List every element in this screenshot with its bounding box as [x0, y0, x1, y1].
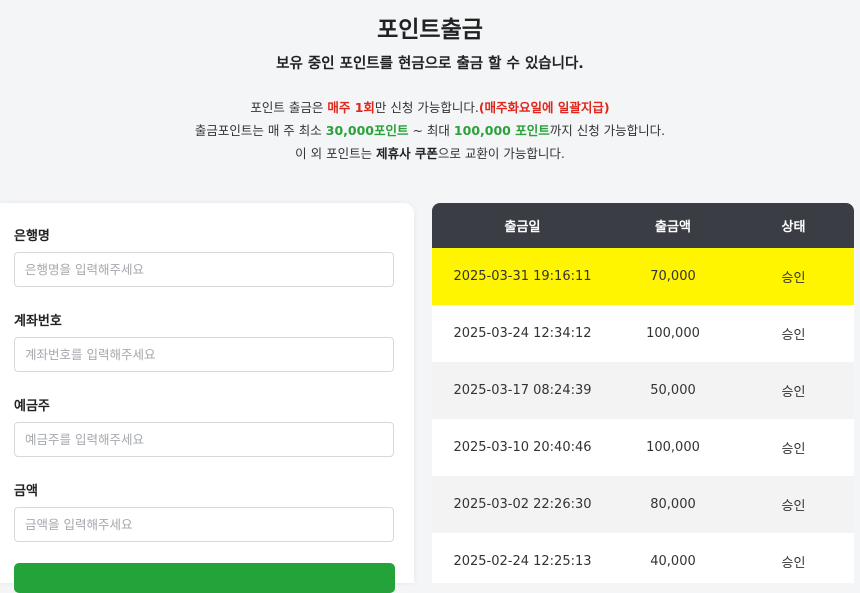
table-row: 2025-03-31 19:16:11 70,000 승인: [432, 248, 854, 305]
row-status: 승인: [781, 385, 806, 400]
table-row: 2025-03-02 22:26:30 80,000 승인: [432, 476, 854, 533]
header-amount: 출금액: [655, 220, 691, 235]
withdrawal-history-table: 출금일 출금액 상태 2025-03-31 19:16:11 70,000 승인…: [432, 203, 854, 583]
row-status: 승인: [781, 328, 806, 343]
table-row: 2025-03-10 20:40:46 100,000 승인: [432, 419, 854, 476]
table-row: 2025-03-24 12:34:12 100,000 승인: [432, 305, 854, 362]
page-subtitle: 보유 중인 포인트를 현금으로 출금 할 수 있습니다.: [276, 56, 584, 72]
row-amount: 50,000: [650, 383, 696, 398]
table-body: 2025-03-31 19:16:11 70,000 승인 2025-03-24…: [432, 248, 854, 583]
header-date: 출금일: [504, 220, 541, 235]
amount-label: 금액: [14, 484, 38, 499]
account-number-input[interactable]: [14, 337, 394, 372]
row-amount: 70,000: [650, 269, 696, 284]
header-status: 상태: [781, 220, 806, 235]
table-row: 2025-03-17 08:24:39 50,000 승인: [432, 362, 854, 419]
info-line-1: 포인트 출금은 매주 1회만 신청 가능합니다.(매주화요일에 일괄지급): [250, 100, 610, 115]
page-title: 포인트출금: [377, 17, 483, 43]
withdrawal-form: 은행명 계좌번호 예금주 금액: [0, 203, 414, 593]
row-date: 2025-03-10 20:40:46: [453, 440, 592, 455]
submit-button[interactable]: [14, 563, 395, 593]
table-row: 2025-02-24 12:25:13 40,000 승인: [432, 533, 854, 583]
row-date: 2025-03-31 19:16:11: [453, 269, 592, 284]
bank-label: 은행명: [14, 229, 50, 244]
row-amount: 100,000: [646, 440, 700, 455]
table-header: 출금일 출금액 상태: [432, 203, 854, 248]
row-status: 승인: [781, 271, 806, 286]
row-date: 2025-03-02 22:26:30: [453, 497, 592, 512]
row-status: 승인: [781, 442, 806, 457]
bank-input[interactable]: [14, 252, 394, 287]
info-line-3: 이 외 포인트는 제휴사 쿠폰으로 교환이 가능합니다.: [295, 146, 565, 161]
row-date: 2025-03-24 12:34:12: [453, 326, 592, 341]
row-date: 2025-03-17 08:24:39: [453, 383, 592, 398]
row-status: 승인: [781, 499, 806, 514]
info-line-2: 출금포인트는 매 주 최소 30,000포인트 ~ 최대 100,000 포인트…: [194, 123, 666, 138]
withdrawal-info: 포인트 출금은 매주 1회만 신청 가능합니다.(매주화요일에 일괄지급) 출금…: [0, 96, 860, 165]
account-holder-input[interactable]: [14, 422, 394, 457]
holder-label: 예금주: [14, 399, 50, 414]
account-label: 계좌번호: [14, 314, 62, 329]
row-status: 승인: [781, 556, 806, 571]
row-amount: 100,000: [646, 326, 700, 341]
amount-input[interactable]: [14, 507, 394, 542]
row-amount: 80,000: [650, 497, 696, 512]
